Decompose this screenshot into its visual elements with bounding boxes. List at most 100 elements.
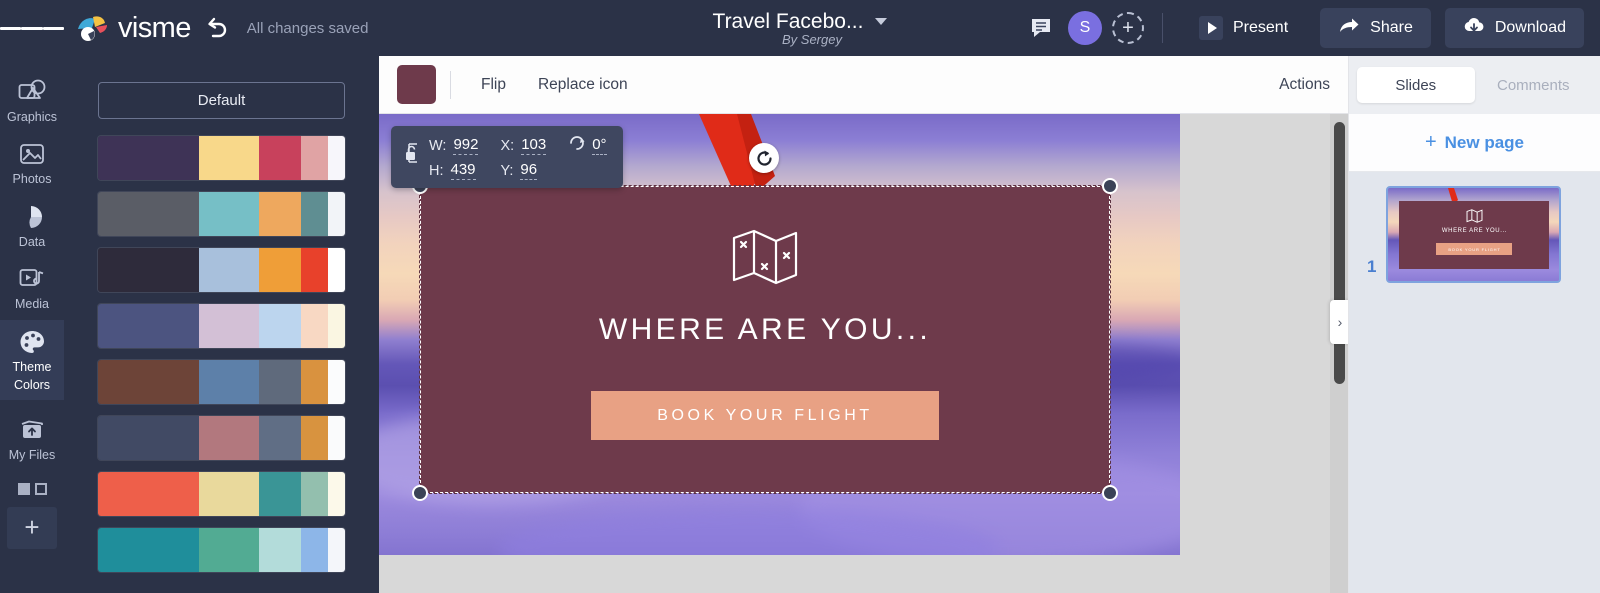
canvas-area[interactable]: WHERE ARE YOU... BOOK YOUR FLIGHT W: 992…	[379, 114, 1348, 593]
editor-toolbar: Flip Replace icon Actions	[379, 56, 1348, 114]
actions-button[interactable]: Actions	[1261, 68, 1348, 102]
palette-color-2	[199, 304, 259, 348]
palette-color-2	[199, 136, 259, 180]
slide-canvas[interactable]: WHERE ARE YOU... BOOK YOUR FLIGHT W: 992…	[379, 114, 1180, 555]
palette-color-5	[327, 360, 345, 404]
width-field[interactable]: W: 992	[429, 136, 479, 155]
height-field[interactable]: H: 439	[429, 161, 478, 180]
palette-swatch-row[interactable]	[98, 472, 345, 516]
y-value[interactable]: 96	[520, 161, 538, 180]
tab-comments[interactable]: Comments	[1475, 67, 1593, 103]
x-label: X:	[500, 137, 515, 154]
undo-icon[interactable]	[203, 15, 229, 41]
comment-icon[interactable]	[1030, 17, 1054, 39]
present-button[interactable]: Present	[1181, 8, 1306, 48]
folded-map-icon	[731, 228, 799, 291]
palette-color-3	[258, 248, 301, 292]
palette-swatch-row[interactable]	[98, 416, 345, 460]
layout-toggle-icon[interactable]	[17, 482, 47, 495]
slide-number: 1	[1367, 257, 1377, 276]
palette-swatch-row[interactable]	[98, 304, 345, 348]
scrollbar-thumb[interactable]	[1334, 122, 1345, 384]
replace-icon-button[interactable]: Replace icon	[522, 68, 644, 102]
palette-color-2	[199, 528, 259, 572]
share-button[interactable]: Share	[1320, 8, 1431, 48]
palette-color-5	[327, 472, 345, 516]
headline-text[interactable]: WHERE ARE YOU...	[599, 313, 931, 347]
palette-color-2	[199, 472, 259, 516]
palette-color-5	[327, 136, 345, 180]
sidebar-item-data[interactable]: Data	[0, 195, 64, 257]
palette-color-4	[300, 136, 328, 180]
sidebar-item-theme-colors[interactable]: Theme Colors	[0, 319, 64, 401]
media-icon	[18, 265, 46, 293]
palette-color-1	[98, 528, 200, 572]
x-value[interactable]: 103	[521, 136, 547, 155]
data-icon	[18, 203, 46, 231]
height-value[interactable]: 439	[450, 161, 476, 180]
download-button[interactable]: Download	[1444, 8, 1584, 48]
cta-button[interactable]: BOOK YOUR FLIGHT	[591, 391, 939, 440]
palette-swatch-row[interactable]	[98, 360, 345, 404]
palette-color-1	[98, 472, 200, 516]
download-icon	[1463, 17, 1485, 40]
rotate-handle[interactable]	[749, 143, 779, 173]
palette-swatch-row[interactable]	[98, 136, 345, 180]
resize-handle-bottom-right[interactable]	[1102, 485, 1118, 501]
tab-slides[interactable]: Slides	[1357, 67, 1475, 103]
my-files-icon	[18, 416, 46, 444]
x-field[interactable]: X: 103	[500, 136, 547, 155]
brand-logo[interactable]: visme	[76, 12, 191, 45]
new-page-button[interactable]: + New page	[1349, 114, 1600, 172]
width-label: W:	[429, 137, 447, 154]
top-bar-actions: S + Present Share Download	[1030, 8, 1600, 48]
y-field[interactable]: Y: 96	[500, 161, 546, 180]
thumb-headline: WHERE ARE YOU...	[1441, 228, 1508, 234]
rotation-field[interactable]: 0°	[568, 134, 607, 157]
share-icon	[1338, 17, 1360, 40]
fill-color-swatch[interactable]	[397, 65, 436, 104]
add-button[interactable]: +	[7, 506, 57, 549]
sidebar-item-photos[interactable]: Photos	[0, 132, 64, 194]
palette-swatch-row[interactable]	[98, 528, 345, 572]
sidebar-item-media[interactable]: Media	[0, 257, 64, 319]
palette-color-2	[199, 192, 259, 236]
square-outline-icon	[34, 482, 47, 495]
flip-button[interactable]: Flip	[465, 68, 522, 102]
palette-color-4	[300, 528, 328, 572]
y-label: Y:	[500, 162, 514, 179]
palette-color-5	[327, 528, 345, 572]
sidebar-item-label: Photos	[12, 172, 52, 187]
palette-color-1	[98, 416, 200, 460]
sidebar-item-my-files[interactable]: My Files	[0, 408, 64, 470]
rotation-value[interactable]: 0°	[592, 136, 607, 155]
palette-color-3	[258, 304, 301, 348]
list-item[interactable]: 1 WHERE ARE YOU... BOOK YOUR FLIGHT	[1349, 186, 1600, 283]
palette-swatch-row[interactable]	[98, 192, 345, 236]
thumb-shape: WHERE ARE YOU... BOOK YOUR FLIGHT	[1399, 201, 1550, 269]
panel-collapse-button[interactable]: ›	[1330, 300, 1350, 344]
palette-color-1	[98, 248, 200, 292]
sidebar-item-graphics[interactable]: Graphics	[0, 70, 64, 132]
photos-icon	[18, 140, 46, 168]
lock-open-icon[interactable]	[403, 140, 425, 175]
palette-color-5	[327, 192, 345, 236]
share-label: Share	[1370, 19, 1413, 36]
avatar[interactable]: S	[1068, 11, 1102, 45]
width-value[interactable]: 992	[453, 136, 479, 155]
canvas-vertical-scrollbar[interactable]	[1330, 114, 1348, 593]
add-user-icon[interactable]: +	[1112, 12, 1144, 44]
document-title-dropdown[interactable]: Travel Facebo...	[713, 10, 888, 34]
resize-handle-bottom-left[interactable]	[412, 485, 428, 501]
resize-handle-top-right[interactable]	[1102, 178, 1118, 194]
palette-swatch-row[interactable]	[98, 248, 345, 292]
chevron-down-icon[interactable]	[875, 18, 888, 25]
palette-color-2	[199, 416, 259, 460]
hamburger-icon[interactable]	[0, 0, 64, 56]
sidebar-item-label: Graphics	[6, 110, 58, 124]
thumb-cta: BOOK YOUR FLIGHT	[1436, 243, 1513, 255]
selected-shape[interactable]: WHERE ARE YOU... BOOK YOUR FLIGHT	[420, 186, 1110, 493]
default-theme-button[interactable]: Default	[98, 82, 345, 119]
slide-thumbnail[interactable]: WHERE ARE YOU... BOOK YOUR FLIGHT	[1386, 186, 1562, 283]
sidebar-item-label: My Files	[8, 448, 56, 463]
